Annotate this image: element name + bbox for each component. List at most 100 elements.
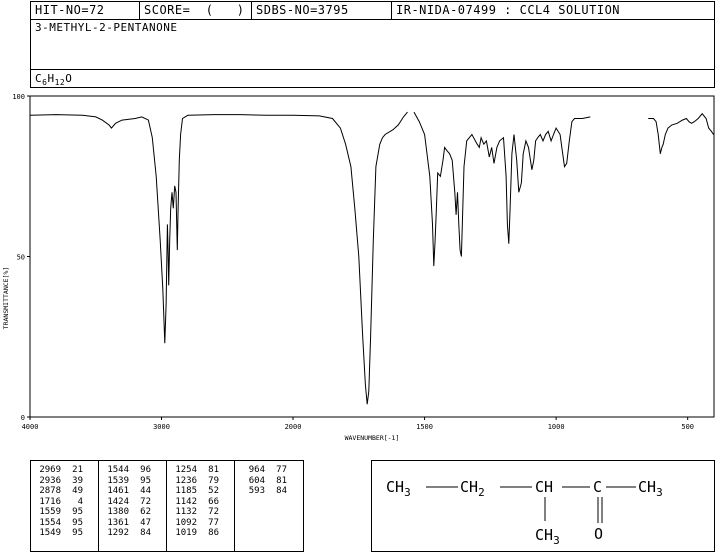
peak-wavenumber: 1549 xyxy=(39,528,61,538)
peak-transmittance: 72 xyxy=(140,496,151,507)
peak-transmittance: 44 xyxy=(140,486,151,496)
x-axis-label: WAVENUMBER[-1] xyxy=(345,434,400,442)
peak-row: 1716 4 xyxy=(31,497,98,508)
ir-identifier: IR-NIDA-07499 : CCL4 SOLUTION xyxy=(396,3,621,17)
peak-transmittance: 81 xyxy=(208,465,219,475)
peak-column: 1254 81 1236 79 1185 52 1142 66 1132 72 1092 77 1019… xyxy=(167,461,235,551)
peak-row: 1380 62 xyxy=(99,507,166,518)
ch2: CH2 xyxy=(460,478,485,499)
peak-wavenumber: 1539 xyxy=(107,475,129,486)
y-tick-label: 100 xyxy=(12,93,25,101)
x-tick-label: 1500 xyxy=(416,423,433,431)
peak-transmittance: 66 xyxy=(208,496,219,507)
peak-wavenumber: 1254 xyxy=(175,465,197,475)
peak-row: 1092 77 xyxy=(167,518,234,529)
plot-frame xyxy=(29,95,715,418)
peak-column: 2969 21 2936 39 2878 49 1716 4 1559 95 1554 95 1549 9… xyxy=(31,461,99,551)
peak-row: 1132 72 xyxy=(167,507,234,518)
formula-box: C6H12O xyxy=(30,69,715,88)
peak-transmittance: 77 xyxy=(208,517,219,528)
peak-wavenumber: 1361 xyxy=(107,517,129,528)
peak-transmittance: 77 xyxy=(276,465,287,475)
peak-table: 2969 21 2936 39 2878 49 1716 4 1559 95 1554 95 1549 9… xyxy=(30,460,304,552)
ch-center: CH xyxy=(535,478,553,496)
peak-wavenumber: 1019 xyxy=(175,528,197,538)
peak-wavenumber: 964 xyxy=(248,465,265,475)
x-tick-label: 2000 xyxy=(285,423,302,431)
peak-row: 964 77 xyxy=(235,465,303,476)
peak-wavenumber: 1424 xyxy=(107,496,129,507)
peak-wavenumber: 1132 xyxy=(175,507,197,517)
y-axis-label: TRANSMITTANCE[%] xyxy=(2,267,10,330)
x-tick-label: 4000 xyxy=(22,423,39,431)
peak-column: 964 77 604 81 593 84 xyxy=(235,461,303,551)
y-tick-label: 0 xyxy=(21,414,25,422)
peak-row: 2936 39 xyxy=(31,476,98,487)
peak-wavenumber: 1092 xyxy=(175,517,197,528)
peak-row: 1539 95 xyxy=(99,476,166,487)
x-tick-label: 1000 xyxy=(548,423,565,431)
peak-wavenumber: 1142 xyxy=(175,496,197,507)
peak-wavenumber: 1461 xyxy=(107,486,129,496)
peak-row: 593 84 xyxy=(235,486,303,497)
structure-diagram: CH3 CH2 CH C CH3 CH3 O xyxy=(386,478,663,547)
peak-row: 1461 44 xyxy=(99,486,166,497)
peak-row: 2969 21 xyxy=(31,465,98,476)
peak-transmittance: 79 xyxy=(208,475,219,486)
peak-wavenumber: 1716 xyxy=(39,496,61,507)
peak-transmittance: 95 xyxy=(140,475,151,486)
sdbs-number: SDBS-NO=3795 xyxy=(252,2,392,20)
carbonyl-carbon: C xyxy=(593,478,602,496)
peak-row: 1554 95 xyxy=(31,518,98,529)
peak-transmittance: 49 xyxy=(72,486,83,496)
peak-row: 1254 81 xyxy=(167,465,234,476)
spectrum-line-segment xyxy=(413,111,591,267)
peak-row: 1549 95 xyxy=(31,528,98,539)
structure-box: CH3 CH2 CH C CH3 CH3 O xyxy=(371,460,715,552)
peak-transmittance: 72 xyxy=(208,507,219,517)
peak-row: 1292 84 xyxy=(99,528,166,539)
peak-transmittance: 81 xyxy=(276,475,287,486)
peak-wavenumber: 1380 xyxy=(107,507,129,517)
x-axis: 4000 3000 2000 1500 1000 500 xyxy=(22,417,694,431)
ch3-bottom: CH3 xyxy=(535,526,560,547)
peak-transmittance: 52 xyxy=(208,486,219,496)
ch3-right: CH3 xyxy=(638,478,663,499)
peak-wavenumber: 1544 xyxy=(107,465,129,475)
peak-wavenumber: 1559 xyxy=(39,507,61,517)
peak-row: 1236 79 xyxy=(167,476,234,487)
peak-row: 1185 52 xyxy=(167,486,234,497)
peak-transmittance: 21 xyxy=(72,465,83,475)
peak-transmittance: 39 xyxy=(72,475,83,486)
y-tick-label: 50 xyxy=(17,254,25,262)
peak-row: 1559 95 xyxy=(31,507,98,518)
oxygen: O xyxy=(594,525,603,543)
peak-wavenumber: 604 xyxy=(248,475,265,486)
peak-transmittance: 95 xyxy=(72,528,83,538)
peak-wavenumber: 2878 xyxy=(39,486,61,496)
peak-row: 1019 86 xyxy=(167,528,234,539)
peak-row: 2878 49 xyxy=(31,486,98,497)
peak-transmittance: 62 xyxy=(140,507,151,517)
peak-transmittance: 95 xyxy=(72,507,83,517)
peak-wavenumber: 593 xyxy=(248,486,265,496)
spectrum-line-segment xyxy=(648,112,714,154)
peak-wavenumber: 1292 xyxy=(107,528,129,538)
peak-row: 1544 96 xyxy=(99,465,166,476)
molecular-formula: C6H12O xyxy=(35,72,73,88)
x-tick-label: 3000 xyxy=(153,423,170,431)
peak-wavenumber: 1185 xyxy=(175,486,197,496)
peak-row: 1424 72 xyxy=(99,497,166,508)
peak-transmittance: 86 xyxy=(208,528,219,538)
peak-transmittance: 95 xyxy=(72,517,83,528)
peak-wavenumber: 1236 xyxy=(175,475,197,486)
peak-wavenumber: 1554 xyxy=(39,517,61,528)
spectrum-trace xyxy=(29,111,714,405)
peak-row: 604 81 xyxy=(235,476,303,487)
x-tick-label: 500 xyxy=(681,423,694,431)
peak-column: 1544 96 1539 95 1461 44 1424 72 1380 62 1361 47 1292… xyxy=(99,461,167,551)
peak-row: 1142 66 xyxy=(167,497,234,508)
peak-wavenumber: 2936 xyxy=(39,475,61,486)
peak-wavenumber: 2969 xyxy=(39,465,61,475)
score-field: SCORE= ( ) xyxy=(140,2,252,20)
